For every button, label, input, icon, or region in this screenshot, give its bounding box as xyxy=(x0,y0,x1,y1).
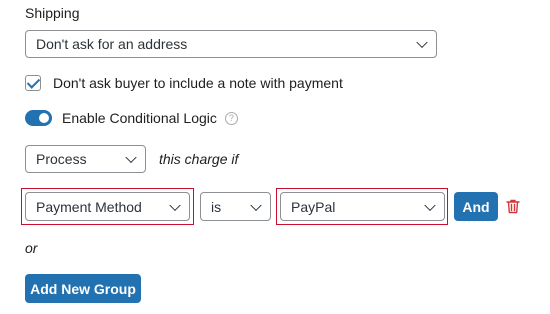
chevron-down-icon xyxy=(416,36,428,49)
condition-value-value: PayPal xyxy=(291,198,336,215)
conditional-logic-toggle[interactable] xyxy=(25,110,52,126)
help-icon[interactable]: ? xyxy=(224,111,238,125)
action-select[interactable]: Process xyxy=(25,145,146,173)
condition-suffix-text: this charge if xyxy=(159,151,239,167)
note-option-row: Don't ask buyer to include a note with p… xyxy=(25,75,343,91)
conditional-logic-label[interactable]: Enable Conditional Logic xyxy=(62,110,217,126)
condition-value-select[interactable]: PayPal xyxy=(280,192,445,221)
note-option-checkbox[interactable] xyxy=(25,75,41,91)
add-new-group-button[interactable]: Add New Group xyxy=(25,274,141,303)
condition-field-select[interactable]: Payment Method xyxy=(25,192,190,221)
trash-icon[interactable] xyxy=(506,199,520,214)
conditional-logic-row: Enable Conditional Logic ? xyxy=(25,110,238,126)
condition-field-value: Payment Method xyxy=(36,198,142,215)
shipping-select[interactable]: Don't ask for an address xyxy=(25,30,437,58)
condition-operator-value: is xyxy=(211,198,222,215)
chevron-down-icon xyxy=(424,199,436,211)
and-button[interactable]: And xyxy=(454,192,498,221)
shipping-select-value: Don't ask for an address xyxy=(36,36,188,52)
shipping-label: Shipping xyxy=(25,5,80,21)
chevron-down-icon xyxy=(169,199,181,211)
chevron-down-icon xyxy=(250,199,262,211)
action-select-value: Process xyxy=(36,151,87,167)
condition-operator-select[interactable]: is xyxy=(200,192,271,221)
or-separator: or xyxy=(25,240,38,256)
note-option-label[interactable]: Don't ask buyer to include a note with p… xyxy=(53,75,343,91)
chevron-down-icon xyxy=(125,151,137,164)
